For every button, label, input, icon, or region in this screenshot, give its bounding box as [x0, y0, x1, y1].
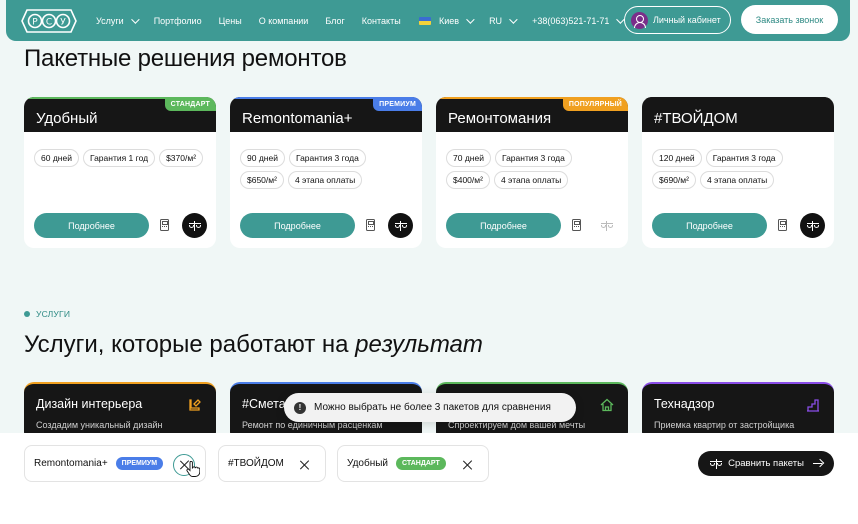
chevron-down-icon — [509, 14, 518, 24]
house-icon — [600, 398, 614, 412]
price-pill: $370/м² — [159, 149, 204, 167]
compare-item: #ТВОЙДОМ — [218, 445, 326, 482]
compare-toggle[interactable] — [182, 213, 207, 238]
package-header: Remontomania+ ПРЕМИУМ — [230, 97, 422, 132]
scales-icon — [188, 220, 201, 231]
svg-text:У: У — [60, 18, 66, 28]
services-title: Услуги, которые работают на результат — [24, 331, 483, 358]
phone-select[interactable]: +38(063)521-71-71 — [532, 14, 626, 26]
chevron-down-icon — [130, 14, 140, 24]
compare-toggle[interactable] — [800, 213, 825, 238]
compare-item-tag: СТАНДАРТ — [396, 457, 446, 470]
compare-toggle[interactable] — [594, 213, 619, 238]
package-card: #ТВОЙДОМ 120 дней Гарантия 3 года $690/м… — [642, 97, 834, 248]
packages-title: Пакетные решения ремонтов — [24, 45, 347, 72]
scales-icon — [710, 458, 723, 469]
flag-icon — [419, 16, 431, 25]
nav-portfolio[interactable]: Портфолио — [154, 16, 202, 26]
svg-text:С: С — [46, 18, 52, 28]
svg-text:Р: Р — [32, 18, 38, 28]
alert-icon: ! — [294, 401, 306, 414]
compare-item-tag: ПРЕМИУМ — [115, 457, 164, 470]
hand-cursor-icon — [186, 461, 200, 477]
calculator-icon[interactable] — [366, 219, 375, 231]
dot-icon — [24, 311, 30, 317]
warranty-pill: Гарантия 3 года — [705, 149, 783, 167]
calculator-icon[interactable] — [778, 219, 787, 231]
package-name: Remontomania+ — [242, 110, 353, 127]
remove-button[interactable] — [456, 454, 478, 476]
duration-pill: 60 дней — [34, 149, 79, 167]
duration-pill: 70 дней — [446, 149, 491, 167]
logo[interactable]: Р С У — [20, 6, 78, 36]
warranty-pill: Гарантия 1 год — [82, 149, 156, 167]
package-name: Удобный — [36, 110, 98, 127]
paint-roller-icon — [189, 399, 201, 411]
details-button[interactable]: Подробнее — [446, 213, 561, 238]
close-icon — [299, 460, 309, 470]
package-header: Ремонтомания ПОПУЛЯРНЫЙ — [436, 97, 628, 132]
nav-prices[interactable]: Цены — [219, 16, 242, 26]
chevron-down-icon — [466, 14, 475, 24]
city-select[interactable]: Киев — [419, 14, 475, 26]
package-name: Ремонтомания — [448, 110, 552, 127]
stages-pill: 4 этапа оплаты — [287, 171, 363, 189]
scales-icon — [394, 220, 407, 231]
limit-toast: ! Можно выбрать не более 3 пакетов для с… — [284, 393, 576, 422]
calculator-icon[interactable] — [572, 219, 581, 231]
nav-services[interactable]: Услуги — [96, 14, 140, 26]
price-pill: $400/м² — [446, 171, 490, 189]
duration-pill: 90 дней — [240, 149, 285, 167]
compare-packages-button[interactable]: Сравнить пакеты — [698, 451, 834, 476]
arrow-right-icon — [812, 462, 822, 465]
compare-item-name: #ТВОЙДОМ — [228, 458, 284, 469]
cabinet-button[interactable]: Личный кабинет — [624, 6, 731, 34]
duration-pill: 120 дней — [652, 149, 702, 167]
package-card: Удобный СТАНДАРТ 60 дней Гарантия 1 год … — [24, 97, 216, 248]
main-nav: Услуги Портфолио Цены О компании Блог Ко… — [96, 0, 418, 41]
nav-contacts[interactable]: Контакты — [362, 16, 401, 26]
package-badge: ПРЕМИУМ — [373, 97, 422, 111]
callback-button[interactable]: Заказать звонок — [741, 5, 838, 34]
language-select[interactable]: RU — [489, 14, 518, 26]
compare-toggle[interactable] — [388, 213, 413, 238]
stages-pill: 4 этапа оплаты — [493, 171, 569, 189]
details-button[interactable]: Подробнее — [652, 213, 767, 238]
compare-item-name: Remontomania+ — [34, 458, 108, 469]
calculator-icon[interactable] — [160, 219, 169, 231]
remove-button[interactable] — [293, 454, 315, 476]
package-header: #ТВОЙДОМ — [642, 97, 834, 132]
scales-icon — [806, 220, 819, 231]
price-pill: $650/м² — [240, 171, 284, 189]
nav-blog[interactable]: Блог — [325, 16, 344, 26]
user-icon — [631, 11, 648, 29]
details-button[interactable]: Подробнее — [34, 213, 149, 238]
package-badge: СТАНДАРТ — [164, 97, 216, 111]
package-badge: ПОПУЛЯРНЫЙ — [562, 97, 628, 111]
package-card: Ремонтомания ПОПУЛЯРНЫЙ 70 дней Гарантия… — [436, 97, 628, 248]
price-pill: $690/м² — [652, 171, 696, 189]
compare-bar: Remontomania+ ПРЕМИУМ #ТВОЙДОМ Удобный С… — [0, 433, 858, 524]
compare-item: Remontomania+ ПРЕМИУМ — [24, 445, 206, 482]
inspection-icon — [807, 399, 819, 412]
section-label: УСЛУГИ — [24, 309, 70, 319]
warranty-pill: Гарантия 3 года — [288, 149, 366, 167]
package-header: Удобный СТАНДАРТ — [24, 97, 216, 132]
scales-icon — [600, 220, 613, 231]
nav-about[interactable]: О компании — [259, 16, 309, 26]
package-name: #ТВОЙДОМ — [654, 110, 738, 127]
warranty-pill: Гарантия 3 года — [494, 149, 572, 167]
stages-pill: 4 этапа оплаты — [699, 171, 775, 189]
package-card: Remontomania+ ПРЕМИУМ 90 дней Гарантия 3… — [230, 97, 422, 248]
header-utilities: Киев RU +38(063)521-71-71 — [419, 0, 639, 41]
site-header: Р С У Услуги Портфолио Цены О компании Б… — [6, 0, 850, 41]
close-icon — [462, 460, 472, 470]
compare-item: Удобный СТАНДАРТ — [337, 445, 489, 482]
compare-item-name: Удобный — [347, 458, 388, 469]
details-button[interactable]: Подробнее — [240, 213, 355, 238]
